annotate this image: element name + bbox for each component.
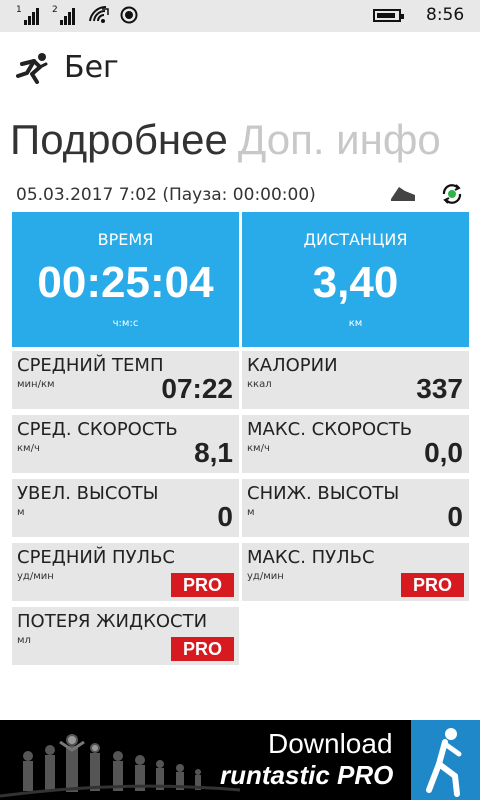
banner-download-text: Download (268, 728, 393, 759)
stat-label: СНИЖ. ВЫСОТЫ (247, 483, 400, 504)
stat-unit: км/ч (17, 443, 40, 454)
status-clock: 8:56 (426, 5, 465, 25)
stat-unit: км/ч (247, 443, 270, 454)
stat-label: КАЛОРИИ (247, 355, 338, 376)
upgrade-banner[interactable]: Download runtastic PRO (0, 720, 480, 800)
signal-sim1-icon: 1 (16, 5, 42, 25)
pro-badge[interactable]: PRO (171, 573, 234, 597)
banner-product-text: runtastic PRO (220, 760, 394, 790)
pro-badge[interactable]: PRO (401, 573, 464, 597)
elevation-loss-tile: СНИЖ. ВЫСОТЫ м 0 (242, 479, 469, 537)
stat-label: СРЕД. СКОРОСТЬ (17, 419, 178, 440)
stat-label: СРЕДНИЙ ТЕМП (17, 355, 164, 376)
fluid-loss-tile: ПОТЕРЯ ЖИДКОСТИ мл PRO (12, 607, 239, 665)
location-icon (120, 6, 138, 24)
max-heart-rate-tile: МАКС. ПУЛЬС уд/мин PRO (242, 543, 469, 601)
stat-value: 0 (447, 501, 463, 532)
time-unit: ч:м:с (112, 318, 139, 329)
pro-badge[interactable]: PRO (171, 637, 234, 661)
avg-heart-rate-tile: СРЕДНИЙ ПУЛЬС уд/мин PRO (12, 543, 239, 601)
sim2-label: 2 (52, 5, 58, 15)
runners-silhouette-image (0, 720, 240, 800)
avg-speed-tile: СРЕД. СКОРОСТЬ км/ч 8,1 (12, 415, 239, 473)
max-speed-tile: МАКС. СКОРОСТЬ км/ч 0,0 (242, 415, 469, 473)
calories-tile: КАЛОРИИ ккал 337 (242, 351, 469, 409)
stat-unit: мл (17, 635, 31, 646)
battery-icon (373, 9, 404, 22)
tab-extra-info[interactable]: Доп. инфо (238, 116, 441, 163)
session-pause: (Пауза: 00:00:00) (162, 185, 316, 205)
time-label: ВРЕМЯ (97, 230, 154, 249)
time-tile: ВРЕМЯ 00:25:04 ч:м:с (12, 212, 239, 347)
session-datetime: 05.03.2017 7:02 (Пауза: 00:00:00) (16, 185, 316, 205)
stat-unit: уд/мин (17, 571, 54, 582)
runtastic-logo (411, 720, 480, 800)
elevation-gain-tile: УВЕЛ. ВЫСОТЫ м 0 (12, 479, 239, 537)
distance-unit: км (348, 318, 363, 329)
stat-unit: м (17, 507, 25, 518)
stat-label: УВЕЛ. ВЫСОТЫ (17, 483, 159, 504)
stat-value: 0,0 (424, 437, 463, 468)
tab-details[interactable]: Подробнее (10, 116, 228, 163)
stat-label: МАКС. СКОРОСТЬ (247, 419, 413, 440)
pivot-header: Подробнее Доп. инфо (10, 116, 480, 174)
avg-pace-tile: СРЕДНИЙ ТЕМП мин/км 07:22 (12, 351, 239, 409)
stat-label: СРЕДНИЙ ПУЛЬС (17, 547, 176, 568)
wifi-icon (89, 5, 109, 23)
runner-icon (16, 53, 48, 84)
shoe-icon[interactable] (389, 183, 417, 203)
stat-value: 337 (416, 373, 463, 404)
distance-tile: ДИСТАНЦИЯ 3,40 км (242, 212, 469, 347)
stat-value: 8,1 (194, 437, 233, 468)
stat-unit: мин/км (17, 379, 55, 390)
signal-sim2-icon: 2 (52, 5, 78, 25)
sim1-label: 1 (16, 5, 22, 15)
app-title: Бег (64, 50, 119, 85)
stat-label: МАКС. ПУЛЬС (247, 547, 375, 568)
stat-unit: ккал (247, 379, 272, 390)
distance-label: ДИСТАНЦИЯ (303, 230, 408, 249)
stat-unit: м (247, 507, 255, 518)
time-value: 00:25:04 (37, 258, 214, 307)
distance-value: 3,40 (312, 258, 399, 307)
stat-label: ПОТЕРЯ ЖИДКОСТИ (17, 611, 208, 632)
stat-value: 07:22 (161, 373, 233, 404)
status-bar: 1 2 8:56 (0, 0, 480, 32)
runner-logo-icon (426, 728, 462, 797)
sync-icon[interactable] (440, 182, 464, 206)
stat-unit: уд/мин (247, 571, 284, 582)
session-date: 05.03.2017 7:02 (16, 185, 157, 205)
stat-value: 0 (217, 501, 233, 532)
